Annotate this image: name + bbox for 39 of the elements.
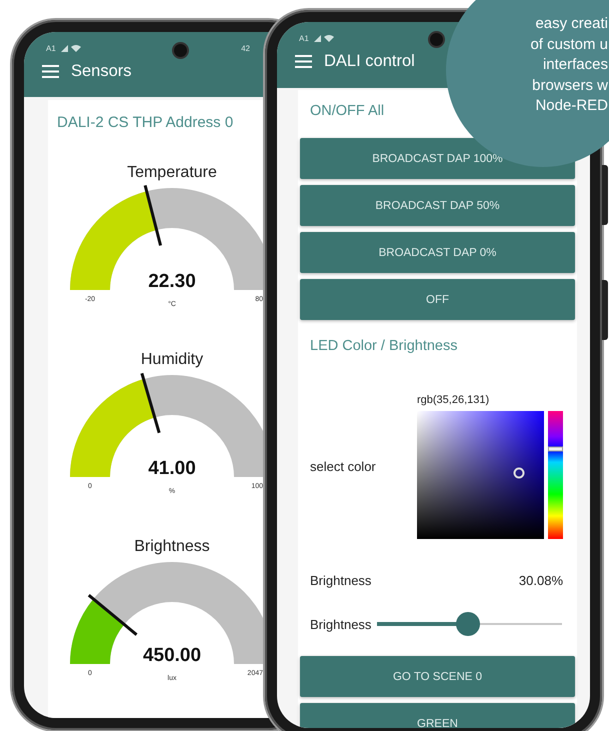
camera-icon xyxy=(430,33,443,46)
brightness-label: Brightness xyxy=(310,573,372,590)
slider-label: Brightness xyxy=(310,616,372,632)
promo-text: interfaces xyxy=(542,55,608,75)
battery-level: 42 xyxy=(241,44,250,52)
command-button[interactable]: BROADCAST DAP 0% xyxy=(300,232,575,273)
gauge-title: Temperature xyxy=(127,164,217,181)
group-title: LED Color / Brightness xyxy=(309,337,458,356)
hue-handle[interactable] xyxy=(548,446,563,452)
gauge-value: 41.00 xyxy=(148,458,196,479)
menu-icon[interactable] xyxy=(295,55,312,68)
hue-slider[interactable] xyxy=(548,411,563,539)
command-button[interactable]: OFF xyxy=(300,279,575,320)
signal-wifi-icon xyxy=(60,44,84,52)
gauge-value: 450.00 xyxy=(142,645,202,666)
promo-text: easy creati xyxy=(535,14,608,34)
app-title: DALI control xyxy=(324,52,415,71)
promo-text: of custom u xyxy=(530,34,608,54)
color-value: rgb(35,26,131) xyxy=(417,394,490,406)
command-button[interactable]: GO TO SCENE 0 xyxy=(300,656,575,697)
gauge-title: Humidity xyxy=(140,351,204,368)
promo-text: Node-RED xyxy=(535,96,608,116)
picker-handle[interactable] xyxy=(513,468,524,479)
carrier-label: A1 xyxy=(299,34,309,42)
signal-wifi-icon xyxy=(312,34,337,42)
camera-icon xyxy=(174,44,187,57)
saturation-value-area[interactable] xyxy=(417,411,544,539)
menu-icon[interactable] xyxy=(42,65,59,78)
color-picker-label: select color xyxy=(310,459,377,474)
app-title: Sensors xyxy=(71,62,132,81)
card-title: DALI-2 CS THP Address 0 xyxy=(56,114,234,131)
gauge-value: 22.30 xyxy=(148,271,196,292)
carrier-label: A1 xyxy=(46,44,56,52)
promo-text: browsers w xyxy=(532,76,608,96)
gauge-title: Brightness xyxy=(134,538,210,555)
slider-thumb[interactable] xyxy=(456,612,480,636)
brightness-value: 30.08% xyxy=(518,573,563,590)
command-button[interactable]: BROADCAST DAP 50% xyxy=(300,185,575,226)
command-button[interactable]: GREEN xyxy=(300,703,575,728)
